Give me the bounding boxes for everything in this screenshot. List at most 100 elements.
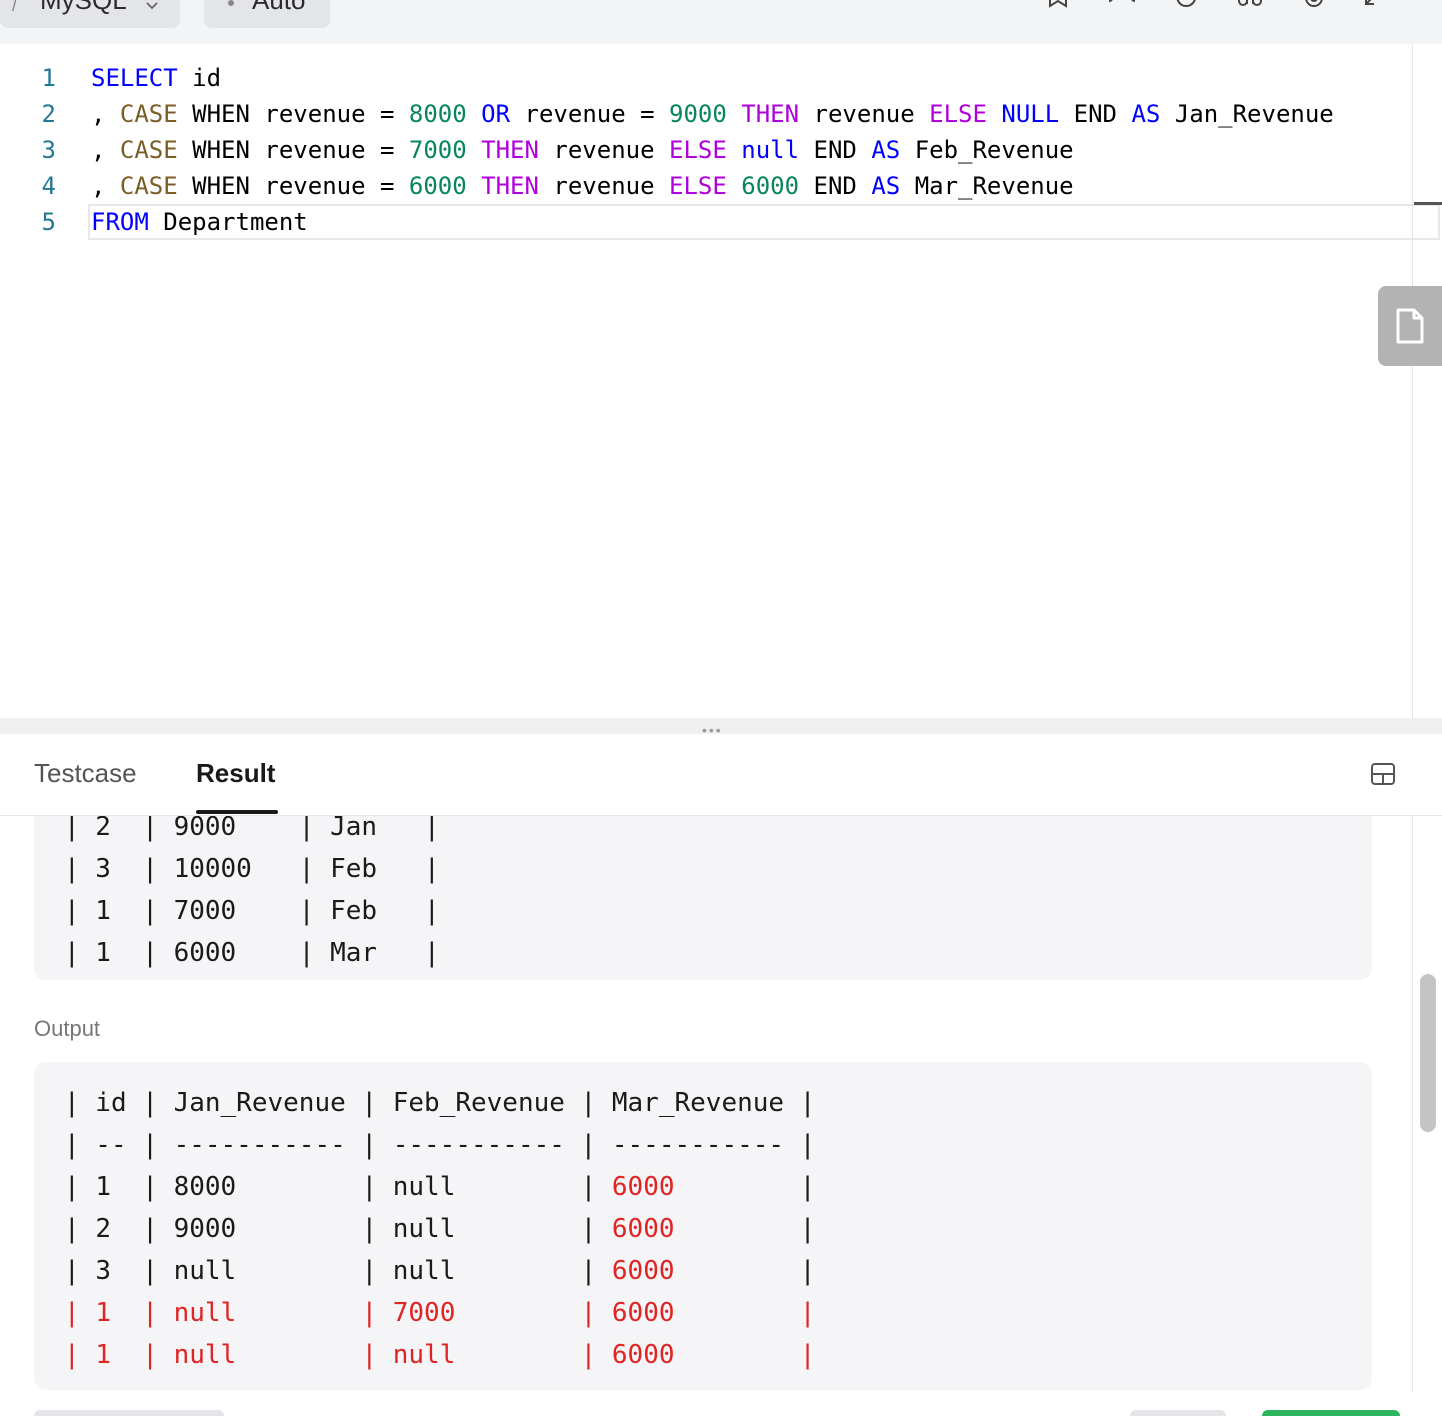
code-token: revenue =: [524, 100, 655, 128]
panel-scrollbar-thumb[interactable]: [1420, 974, 1436, 1132]
cell-jan: null: [173, 1340, 362, 1370]
input-table-row: | 1 | 7000 | Feb |: [64, 896, 440, 926]
cell-divider: |: [142, 1340, 174, 1370]
code-token: Mar_Revenue: [914, 172, 1074, 200]
editor-scrollbar-track[interactable]: [1412, 44, 1413, 718]
cell-divider: |: [142, 1298, 174, 1328]
code-text: SELECT id: [91, 60, 221, 96]
code-token: id: [192, 64, 222, 92]
code-token: null: [741, 136, 800, 164]
cell-mar: 6000: [611, 1214, 800, 1244]
code-token: WHEN revenue =: [192, 100, 395, 128]
tab-result[interactable]: Result: [196, 758, 275, 789]
status-dot: [228, 0, 234, 6]
result-tabs: Testcase Result: [0, 734, 1442, 816]
layout-toggle-icon[interactable]: [1370, 762, 1396, 786]
code-token: Feb_Revenue: [914, 136, 1074, 164]
cell-jan: null: [173, 1256, 362, 1286]
collapse-icon[interactable]: [1360, 0, 1388, 16]
output-label: Output: [34, 1016, 101, 1041]
output-header: | id | Jan_Revenue | Feb_Revenue | Mar_R…: [64, 1088, 816, 1118]
code-token: END: [1073, 100, 1117, 128]
input-table-row: | 3 | 10000 | Feb |: [64, 854, 440, 884]
code-token: END: [813, 172, 857, 200]
cell-divider: |: [799, 1340, 816, 1370]
code-line: 2 , CASE WHEN revenue = 8000 OR revenue =…: [0, 96, 1442, 132]
language-select[interactable]: / MySQL: [0, 0, 180, 28]
code-token: 7000: [408, 136, 467, 164]
code-token: CASE: [119, 100, 178, 128]
cell-divider: |: [580, 1298, 612, 1328]
cell-divider: |: [64, 1298, 96, 1328]
code-token: AS: [1131, 100, 1161, 128]
cell-id: 1: [95, 1298, 143, 1328]
cell-feb: null: [392, 1256, 581, 1286]
code-token: THEN: [481, 172, 539, 200]
code-token: Department: [163, 208, 308, 236]
cell-divider: |: [799, 1214, 816, 1244]
cell-divider: |: [64, 1214, 96, 1244]
cell-divider: |: [799, 1298, 816, 1328]
reset-icon[interactable]: [1172, 0, 1200, 16]
input-table-row: | 2 | 9000 | Jan |: [64, 816, 440, 842]
cell-divider: |: [799, 1256, 816, 1286]
code-text: , CASE WHEN revenue = 6000 THEN revenue …: [91, 168, 1074, 204]
cell-divider: |: [64, 1256, 96, 1286]
code-token: ,: [91, 172, 106, 200]
code-token: ,: [91, 100, 106, 128]
editor-toolbar: / MySQL Auto: [0, 0, 1442, 44]
code-token: THEN: [481, 136, 539, 164]
code-token: NULL: [1001, 100, 1060, 128]
cell-divider: |: [142, 1214, 174, 1244]
active-tab-indicator: [196, 810, 278, 814]
run-button[interactable]: [1130, 1410, 1226, 1416]
code-braces-icon[interactable]: [1108, 0, 1136, 16]
line-number: 4: [41, 172, 56, 200]
code-token: revenue: [553, 172, 655, 200]
auto-mode-button[interactable]: Auto: [204, 0, 330, 28]
notes-button[interactable]: [1378, 286, 1442, 366]
line-number: 2: [41, 100, 56, 128]
cell-jan: 9000: [173, 1214, 362, 1244]
code-line: 4 , CASE WHEN revenue = 6000 THEN revenue…: [0, 168, 1442, 204]
output-table-row: | 1 | null | 7000 | 6000 |: [64, 1292, 815, 1334]
cell-id: 1: [95, 1340, 143, 1370]
shortcut-command-icon[interactable]: [1236, 0, 1264, 16]
code-line: 1 SELECT id: [0, 60, 1442, 96]
code-editor[interactable]: 1 SELECT id 2 , CASE WHEN revenue = 8000 OR…: [0, 44, 1442, 718]
console-button[interactable]: [34, 1410, 224, 1416]
submit-button[interactable]: [1262, 1410, 1400, 1416]
output-table-row: | 1 | null | null | 6000 |: [64, 1334, 815, 1376]
language-label: MySQL: [40, 0, 127, 15]
cell-divider: |: [799, 1172, 816, 1202]
line-number: 1: [41, 64, 56, 92]
cell-id: 1: [95, 1172, 143, 1202]
cell-feb: null: [392, 1340, 581, 1370]
code-token: 6000: [408, 172, 467, 200]
cell-divider: |: [361, 1172, 393, 1202]
code-token: WHEN revenue =: [192, 136, 395, 164]
input-table: | 2 | 9000 | Jan | | 3 | 10000 | Feb | | 1…: [34, 816, 1372, 980]
cell-jan: null: [173, 1298, 362, 1328]
code-token: ELSE: [669, 172, 727, 200]
code-token: SELECT: [91, 64, 178, 92]
cell-divider: |: [64, 1172, 96, 1202]
code-text: , CASE WHEN revenue = 8000 OR revenue = …: [91, 96, 1334, 132]
code-token: CASE: [119, 172, 178, 200]
cell-divider: |: [361, 1340, 393, 1370]
code-token: FROM: [91, 208, 149, 236]
cell-feb: 7000: [392, 1298, 581, 1328]
cell-divider: |: [142, 1256, 174, 1286]
bookmark-icon[interactable]: [1044, 0, 1072, 16]
cell-id: 2: [95, 1214, 143, 1244]
cell-mar: 6000: [611, 1298, 800, 1328]
settings-gear-icon[interactable]: [1300, 0, 1328, 16]
code-token: CASE: [119, 136, 178, 164]
panel-scrollbar-track[interactable]: [1412, 816, 1413, 1392]
code-token: Jan_Revenue: [1174, 100, 1334, 128]
cell-divider: |: [580, 1214, 612, 1244]
panel-splitter[interactable]: •••: [0, 718, 1442, 738]
tab-testcase[interactable]: Testcase: [34, 758, 137, 789]
cell-divider: |: [142, 1172, 174, 1202]
auto-mode-label: Auto: [252, 0, 306, 15]
